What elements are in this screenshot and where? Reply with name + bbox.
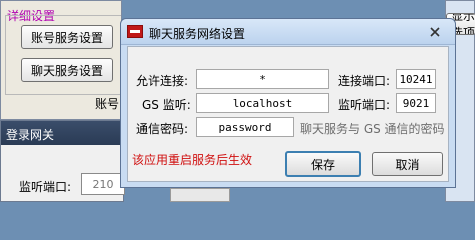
password-value: password: [218, 120, 272, 134]
allow-connect-label: 允许连接:: [136, 74, 189, 88]
gs-listen-value: localhost: [232, 96, 293, 110]
connect-port-value: 10241: [399, 72, 433, 86]
dialog-titlebar: 聊天服务网络设置: [121, 19, 455, 45]
password-label: 通信密码:: [136, 122, 189, 136]
detail-settings-window: 详细设置 账号服务设置 聊天服务设置 账号: [0, 0, 122, 120]
allow-connect-input[interactable]: *: [196, 69, 329, 89]
gs-listen-label: GS 监听:: [142, 98, 191, 112]
account-service-settings-button[interactable]: 账号服务设置: [21, 25, 113, 49]
login-gateway-titlebar: 登录网关: [1, 121, 123, 145]
login-gateway-title: 登录网关: [6, 128, 55, 142]
restart-warning: 该应用重启服务后生效: [132, 153, 253, 167]
dialog-client-area: 允许连接: * 连接端口: 10241 GS 监听: localhost 监听端…: [127, 46, 449, 182]
close-icon[interactable]: [421, 23, 449, 40]
login-listen-port-field[interactable]: 210: [81, 173, 125, 195]
listen-port-value: 9021: [402, 96, 430, 110]
login-listen-port-label: 监听端口:: [19, 180, 72, 194]
login-listen-port-value: 210: [92, 177, 114, 191]
listen-port-input[interactable]: 9021: [396, 93, 436, 113]
password-hint: 聊天服务与 GS 通信的密码: [300, 122, 445, 136]
save-button[interactable]: 保存: [285, 151, 361, 177]
cancel-button[interactable]: 取消: [372, 152, 443, 176]
account-tab-partial[interactable]: 账号: [95, 95, 119, 112]
connect-port-label: 连接端口:: [338, 74, 391, 88]
listen-port-label: 监听端口:: [338, 98, 391, 112]
chat-service-settings-button[interactable]: 聊天服务设置: [21, 58, 113, 82]
gs-listen-input[interactable]: localhost: [196, 93, 329, 113]
password-input[interactable]: password: [196, 117, 294, 137]
chat-network-settings-dialog: 聊天服务网络设置 允许连接: * 连接端口: 10241 GS 监听: loca…: [120, 18, 456, 188]
app-icon: [127, 25, 143, 38]
login-gateway-window: 登录网关 监听端口: 210: [0, 120, 125, 202]
allow-connect-value: *: [259, 72, 266, 86]
dialog-title: 聊天服务网络设置: [149, 27, 246, 41]
taskbar-hint: [170, 188, 230, 202]
connect-port-input[interactable]: 10241: [396, 69, 436, 89]
